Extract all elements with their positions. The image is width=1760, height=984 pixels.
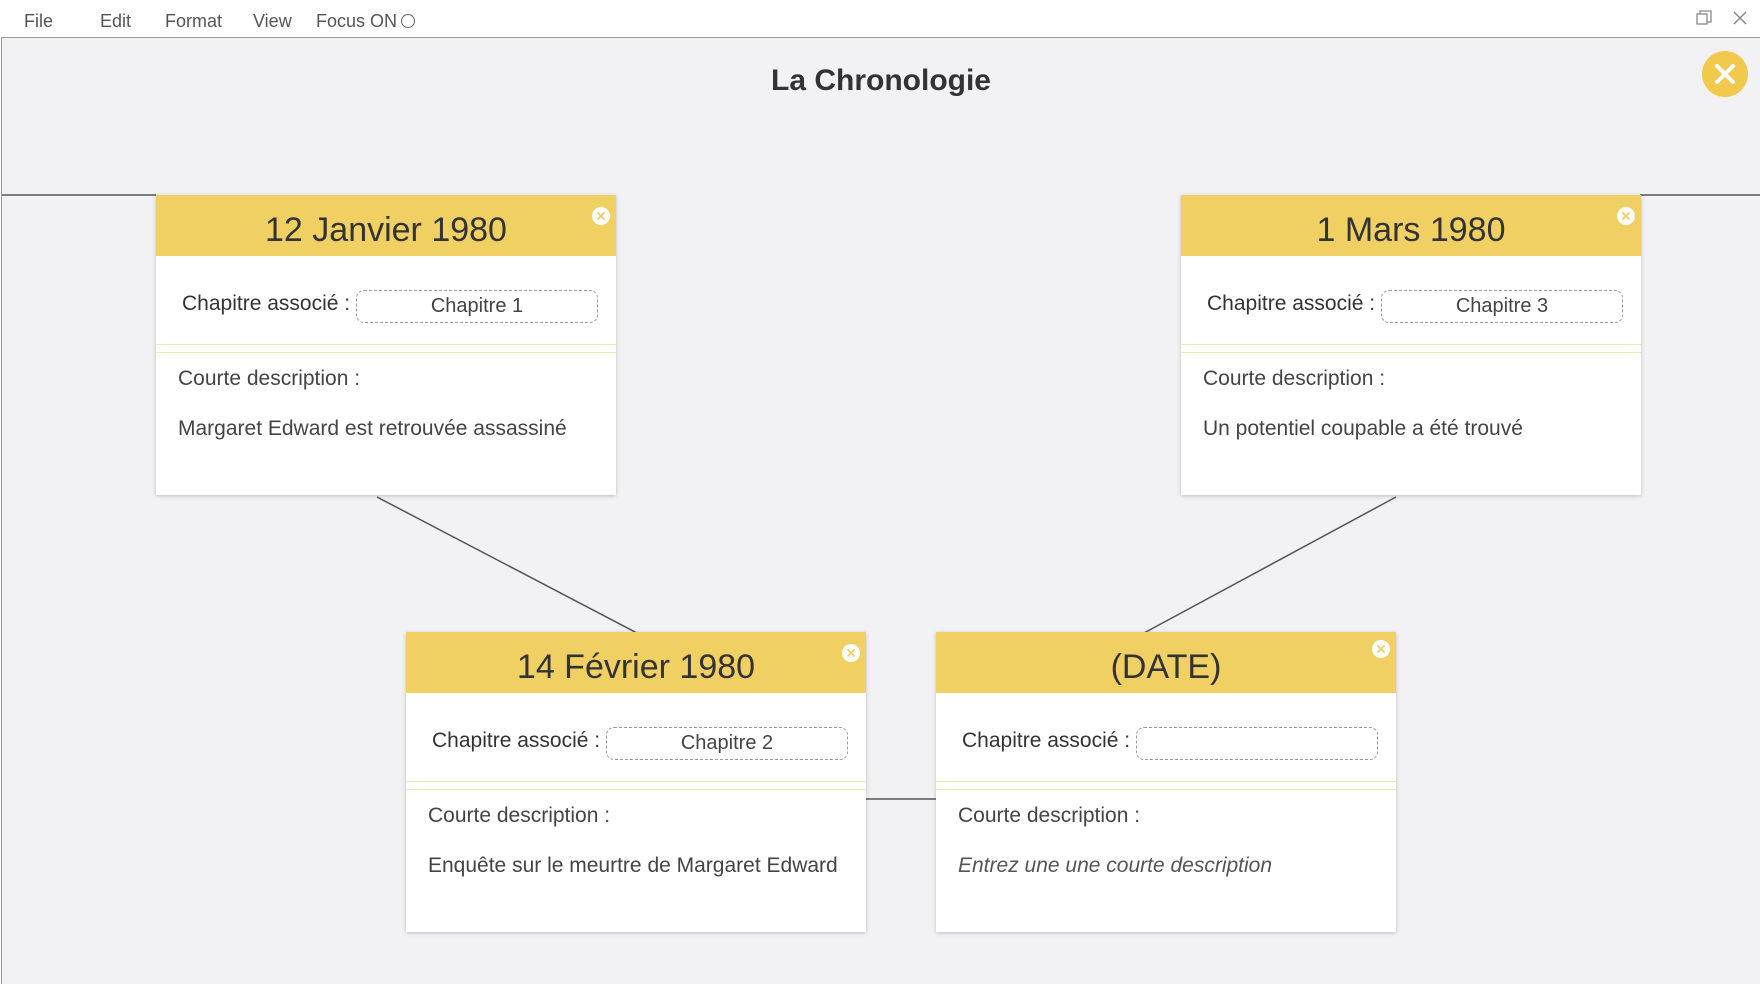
- timeline-card: 1 Mars 1980 Chapitre associé : Chapitre …: [1181, 195, 1641, 495]
- description-label: Courte description :: [1203, 367, 1386, 390]
- restore-window-icon[interactable]: [1694, 8, 1714, 28]
- timeline-connectors: [2, 194, 1760, 800]
- chapter-field[interactable]: Chapitre 3: [1381, 290, 1623, 323]
- timeline-card: (DATE) Chapitre associé : Courte descrip…: [936, 632, 1396, 932]
- connector-card2-card4: [1143, 496, 1397, 634]
- chapter-row: Chapitre associé : Chapitre 1: [156, 256, 616, 344]
- menu-focus-toggle[interactable]: Focus ON: [316, 10, 416, 32]
- close-x-icon: [1715, 64, 1735, 84]
- description-field[interactable]: Un potentiel coupable a été trouvé: [1203, 417, 1523, 441]
- card-divider: [156, 344, 616, 353]
- card-date[interactable]: 12 Janvier 1980: [156, 195, 616, 256]
- timeline-card: 12 Janvier 1980 Chapitre associé : Chapi…: [156, 195, 616, 495]
- chapter-label: Chapitre associé :: [1207, 292, 1376, 315]
- close-window-icon[interactable]: [1730, 8, 1750, 28]
- menu-format[interactable]: Format: [165, 10, 222, 32]
- chapter-field[interactable]: Chapitre 1: [356, 290, 598, 323]
- timeline-card: 14 Février 1980 Chapitre associé : Chapi…: [406, 632, 866, 932]
- chapter-row: Chapitre associé : Chapitre 2: [406, 693, 866, 781]
- chapter-field[interactable]: [1136, 727, 1378, 760]
- card-date-text: 12 Janvier 1980: [265, 211, 507, 249]
- card-delete-icon[interactable]: [842, 644, 860, 662]
- description-field[interactable]: Margaret Edward est retrouvée assassiné: [178, 417, 567, 441]
- connector-card1-card3: [376, 496, 638, 634]
- card-delete-icon[interactable]: [1617, 207, 1635, 225]
- menu-view[interactable]: View: [253, 10, 292, 32]
- card-delete-icon[interactable]: [592, 207, 610, 225]
- chapter-row: Chapitre associé : Chapitre 3: [1181, 256, 1641, 344]
- chapter-field[interactable]: Chapitre 2: [606, 727, 848, 760]
- menu-edit[interactable]: Edit: [100, 10, 131, 32]
- card-date[interactable]: (DATE): [936, 632, 1396, 693]
- description-label: Courte description :: [428, 804, 611, 827]
- chapter-label: Chapitre associé :: [962, 729, 1131, 752]
- menu-bar: File Edit Format View Focus ON: [0, 0, 1760, 37]
- description-field[interactable]: Entrez une une courte description: [958, 854, 1272, 878]
- card-date[interactable]: 1 Mars 1980: [1181, 195, 1641, 256]
- focus-radio-icon: [401, 14, 416, 28]
- card-delete-icon[interactable]: [1372, 640, 1390, 658]
- card-date[interactable]: 14 Février 1980: [406, 632, 866, 693]
- description-label: Courte description :: [178, 367, 361, 390]
- menu-file[interactable]: File: [24, 10, 53, 32]
- close-timeline-button[interactable]: [1702, 51, 1748, 97]
- chapter-row: Chapitre associé :: [936, 693, 1396, 781]
- description-label: Courte description :: [958, 804, 1141, 827]
- chapter-label: Chapitre associé :: [182, 292, 351, 315]
- timeline-canvas: La Chronologie 12 Janvier 1980 Chapitre …: [1, 37, 1760, 984]
- description-field[interactable]: Enquête sur le meurtre de Margaret Edwar…: [428, 854, 838, 878]
- page-title: La Chronologie: [771, 64, 991, 97]
- card-divider: [406, 781, 866, 790]
- card-date-text: (DATE): [1110, 648, 1222, 686]
- card-divider: [936, 781, 1396, 790]
- card-divider: [1181, 344, 1641, 353]
- card-date-text: 1 Mars 1980: [1316, 211, 1506, 249]
- card-date-text: 14 Février 1980: [516, 648, 756, 686]
- chapter-label: Chapitre associé :: [432, 729, 601, 752]
- focus-label: Focus ON: [316, 11, 398, 31]
